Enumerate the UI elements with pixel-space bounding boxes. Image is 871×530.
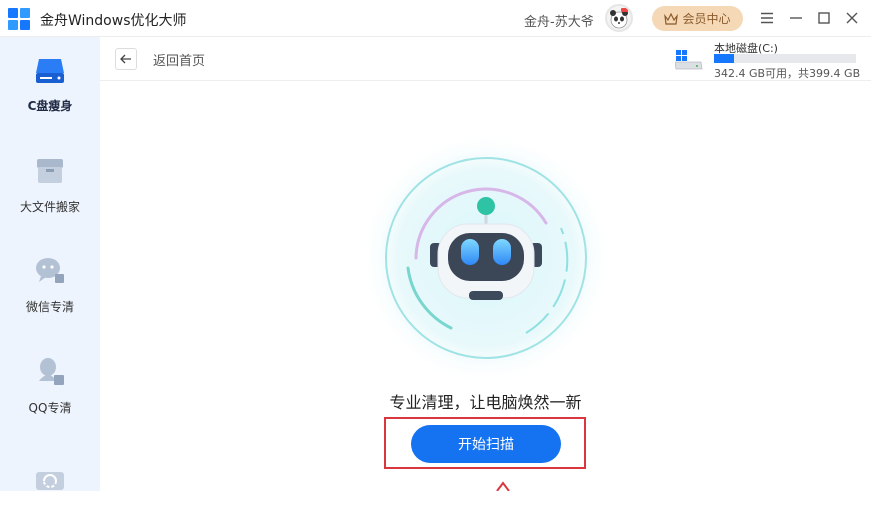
disk-space-info: 342.4 GB可用，共399.4 GB: [714, 67, 861, 80]
refresh-icon: [36, 472, 64, 490]
wechat-icon: [36, 258, 64, 283]
app-title: 金舟Windows优化大师: [40, 13, 187, 29]
start-scan-button[interactable]: 开始扫描: [411, 425, 561, 463]
robot-illustration: [358, 130, 614, 386]
maximize-button[interactable]: [815, 9, 833, 27]
sidebar-item-label: QQ专清: [28, 401, 72, 415]
back-home-link[interactable]: 返回首页: [153, 50, 205, 69]
avatar[interactable]: [605, 4, 633, 32]
minimize-button[interactable]: [787, 9, 805, 27]
drive-icon: [675, 50, 703, 70]
back-button[interactable]: [115, 48, 137, 70]
sidebar-item-c-drive-slim[interactable]: C盘瘦身: [0, 37, 100, 127]
qq-icon: [39, 358, 64, 385]
sub-header: 返回首页 本地磁盘(C:) 342.4 GB可用，共399.4 GB: [100, 37, 871, 81]
minimize-icon: [790, 17, 802, 19]
sidebar-item-qq-clean[interactable]: QQ专清: [0, 339, 100, 429]
sidebar-item-wechat-clean[interactable]: 微信专清: [0, 238, 100, 328]
sidebar-item-label: 微信专清: [25, 300, 74, 314]
maximize-icon: [818, 12, 830, 24]
close-icon: [846, 12, 858, 24]
pointer-arrow-icon: [496, 481, 510, 491]
arrow-left-icon: [120, 54, 131, 64]
box-icon: [37, 159, 63, 183]
slogan-text: 专业清理，让电脑焕然一新: [389, 393, 582, 412]
close-button[interactable]: [843, 9, 861, 27]
vip-center-button[interactable]: 会员中心: [652, 6, 743, 31]
disk-usage-bar: [714, 54, 856, 63]
menu-icon: [761, 12, 773, 24]
app-logo-icon: [8, 8, 30, 30]
vip-center-label: 会员中心: [682, 12, 731, 26]
panda-avatar-icon: [610, 8, 628, 29]
title-bar: 金舟Windows优化大师 金舟-苏大爷 会员中心: [0, 0, 871, 37]
sidebar-item-large-file-move[interactable]: 大文件搬家: [0, 138, 100, 228]
sidebar: C盘瘦身 大文件搬家 微信专清 QQ专清: [0, 37, 100, 491]
menu-button[interactable]: [758, 9, 776, 27]
sidebar-item-more[interactable]: [0, 440, 100, 530]
sidebar-item-label: 大文件搬家: [19, 200, 80, 214]
crown-icon: [664, 12, 679, 25]
disk-usage-fill: [714, 54, 735, 63]
user-name[interactable]: 金舟-苏大爷: [524, 11, 594, 30]
sidebar-item-label: C盘瘦身: [27, 99, 73, 113]
disk-icon: [36, 59, 64, 83]
